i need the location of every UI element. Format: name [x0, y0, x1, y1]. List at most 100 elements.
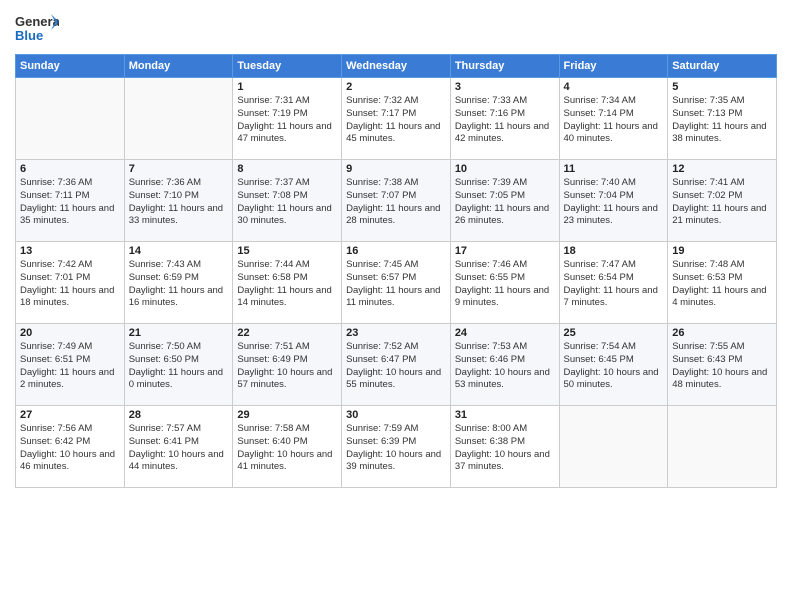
calendar-cell: 28 Sunrise: 7:57 AM Sunset: 6:41 PM Dayli… [124, 406, 233, 488]
week-row-4: 20 Sunrise: 7:49 AM Sunset: 6:51 PM Dayli… [16, 324, 777, 406]
day-number: 19 [672, 245, 772, 257]
weekday-header-tuesday: Tuesday [233, 55, 342, 78]
calendar-cell: 8 Sunrise: 7:37 AM Sunset: 7:08 PM Daylig… [233, 160, 342, 242]
calendar-cell: 24 Sunrise: 7:53 AM Sunset: 6:46 PM Dayli… [450, 324, 559, 406]
calendar-cell: 9Sunrise: 7:38 AM Sunset: 7:07 PM Daylig… [342, 160, 451, 242]
day-info: Sunrise: 7:40 AM Sunset: 7:04 PM Dayligh… [564, 177, 664, 228]
day-info: Sunrise: 7:56 AM Sunset: 6:42 PM Dayligh… [20, 423, 120, 474]
calendar-cell: 25 Sunrise: 7:54 AM Sunset: 6:45 PM Dayli… [559, 324, 668, 406]
calendar-cell [559, 406, 668, 488]
day-info: Sunrise: 7:39 AM Sunset: 7:05 PM Dayligh… [455, 177, 555, 228]
day-number: 8 [237, 163, 337, 175]
day-number: 26 [672, 327, 772, 339]
calendar-cell: 5 Sunrise: 7:35 AM Sunset: 7:13 PM Daylig… [668, 78, 777, 160]
calendar-cell: 3Sunrise: 7:33 AM Sunset: 7:16 PM Daylig… [450, 78, 559, 160]
calendar-table: SundayMondayTuesdayWednesdayThursdayFrid… [15, 54, 777, 488]
calendar-cell: 4 Sunrise: 7:34 AM Sunset: 7:14 PM Daylig… [559, 78, 668, 160]
day-info: Sunrise: 7:48 AM Sunset: 6:53 PM Dayligh… [672, 259, 772, 310]
calendar-cell: 13Sunrise: 7:42 AM Sunset: 7:01 PM Dayli… [16, 242, 125, 324]
weekday-header-sunday: Sunday [16, 55, 125, 78]
day-info: Sunrise: 7:59 AM Sunset: 6:39 PM Dayligh… [346, 423, 446, 474]
day-number: 6 [20, 163, 120, 175]
day-number: 17 [455, 245, 555, 257]
day-number: 2 [346, 81, 446, 93]
week-row-2: 6 Sunrise: 7:36 AM Sunset: 7:11 PM Daylig… [16, 160, 777, 242]
day-info: Sunrise: 7:34 AM Sunset: 7:14 PM Dayligh… [564, 95, 664, 146]
day-info: Sunrise: 7:36 AM Sunset: 7:10 PM Dayligh… [129, 177, 229, 228]
logo-icon: General Blue [15, 10, 59, 48]
day-number: 1 [237, 81, 337, 93]
weekday-header-row: SundayMondayTuesdayWednesdayThursdayFrid… [16, 55, 777, 78]
day-number: 30 [346, 409, 446, 421]
calendar-cell: 20 Sunrise: 7:49 AM Sunset: 6:51 PM Dayli… [16, 324, 125, 406]
day-info: Sunrise: 7:47 AM Sunset: 6:54 PM Dayligh… [564, 259, 664, 310]
calendar-cell: 29 Sunrise: 7:58 AM Sunset: 6:40 PM Dayli… [233, 406, 342, 488]
page: General Blue SundayMondayTuesdayWednesda… [0, 0, 792, 612]
day-info: Sunrise: 7:50 AM Sunset: 6:50 PM Dayligh… [129, 341, 229, 392]
weekday-header-friday: Friday [559, 55, 668, 78]
day-number: 27 [20, 409, 120, 421]
calendar-cell: 22Sunrise: 7:51 AM Sunset: 6:49 PM Dayli… [233, 324, 342, 406]
day-info: Sunrise: 7:46 AM Sunset: 6:55 PM Dayligh… [455, 259, 555, 310]
svg-text:Blue: Blue [15, 28, 43, 43]
calendar-cell: 6 Sunrise: 7:36 AM Sunset: 7:11 PM Daylig… [16, 160, 125, 242]
calendar-cell: 31 Sunrise: 8:00 AM Sunset: 6:38 PM Dayli… [450, 406, 559, 488]
calendar-cell: 19 Sunrise: 7:48 AM Sunset: 6:53 PM Dayli… [668, 242, 777, 324]
day-number: 13 [20, 245, 120, 257]
calendar-cell: 16Sunrise: 7:45 AM Sunset: 6:57 PM Dayli… [342, 242, 451, 324]
logo: General Blue [15, 10, 59, 48]
day-info: Sunrise: 7:54 AM Sunset: 6:45 PM Dayligh… [564, 341, 664, 392]
calendar-cell: 30 Sunrise: 7:59 AM Sunset: 6:39 PM Dayli… [342, 406, 451, 488]
calendar-cell: 15 Sunrise: 7:44 AM Sunset: 6:58 PM Dayli… [233, 242, 342, 324]
day-info: Sunrise: 7:35 AM Sunset: 7:13 PM Dayligh… [672, 95, 772, 146]
day-info: Sunrise: 7:41 AM Sunset: 7:02 PM Dayligh… [672, 177, 772, 228]
day-number: 29 [237, 409, 337, 421]
day-info: Sunrise: 7:51 AM Sunset: 6:49 PM Dayligh… [237, 341, 337, 392]
day-info: Sunrise: 7:53 AM Sunset: 6:46 PM Dayligh… [455, 341, 555, 392]
day-info: Sunrise: 7:52 AM Sunset: 6:47 PM Dayligh… [346, 341, 446, 392]
day-number: 18 [564, 245, 664, 257]
day-number: 15 [237, 245, 337, 257]
calendar-cell [124, 78, 233, 160]
calendar-cell: 21 Sunrise: 7:50 AM Sunset: 6:50 PM Dayli… [124, 324, 233, 406]
day-info: Sunrise: 8:00 AM Sunset: 6:38 PM Dayligh… [455, 423, 555, 474]
day-info: Sunrise: 7:55 AM Sunset: 6:43 PM Dayligh… [672, 341, 772, 392]
day-number: 25 [564, 327, 664, 339]
day-info: Sunrise: 7:58 AM Sunset: 6:40 PM Dayligh… [237, 423, 337, 474]
week-row-3: 13Sunrise: 7:42 AM Sunset: 7:01 PM Dayli… [16, 242, 777, 324]
day-number: 23 [346, 327, 446, 339]
calendar-cell [16, 78, 125, 160]
day-number: 9 [346, 163, 446, 175]
day-info: Sunrise: 7:57 AM Sunset: 6:41 PM Dayligh… [129, 423, 229, 474]
day-number: 24 [455, 327, 555, 339]
calendar-cell: 23 Sunrise: 7:52 AM Sunset: 6:47 PM Dayli… [342, 324, 451, 406]
calendar-cell [668, 406, 777, 488]
day-info: Sunrise: 7:49 AM Sunset: 6:51 PM Dayligh… [20, 341, 120, 392]
day-info: Sunrise: 7:31 AM Sunset: 7:19 PM Dayligh… [237, 95, 337, 146]
day-number: 21 [129, 327, 229, 339]
day-info: Sunrise: 7:44 AM Sunset: 6:58 PM Dayligh… [237, 259, 337, 310]
day-info: Sunrise: 7:43 AM Sunset: 6:59 PM Dayligh… [129, 259, 229, 310]
calendar-cell: 11 Sunrise: 7:40 AM Sunset: 7:04 PM Dayli… [559, 160, 668, 242]
day-info: Sunrise: 7:36 AM Sunset: 7:11 PM Dayligh… [20, 177, 120, 228]
calendar-cell: 12Sunrise: 7:41 AM Sunset: 7:02 PM Dayli… [668, 160, 777, 242]
header: General Blue [15, 10, 777, 48]
weekday-header-wednesday: Wednesday [342, 55, 451, 78]
day-number: 4 [564, 81, 664, 93]
week-row-5: 27 Sunrise: 7:56 AM Sunset: 6:42 PM Dayli… [16, 406, 777, 488]
calendar-cell: 14Sunrise: 7:43 AM Sunset: 6:59 PM Dayli… [124, 242, 233, 324]
calendar-cell: 10Sunrise: 7:39 AM Sunset: 7:05 PM Dayli… [450, 160, 559, 242]
calendar-cell: 17 Sunrise: 7:46 AM Sunset: 6:55 PM Dayli… [450, 242, 559, 324]
day-info: Sunrise: 7:45 AM Sunset: 6:57 PM Dayligh… [346, 259, 446, 310]
calendar-cell: 26 Sunrise: 7:55 AM Sunset: 6:43 PM Dayli… [668, 324, 777, 406]
day-number: 20 [20, 327, 120, 339]
day-number: 28 [129, 409, 229, 421]
day-number: 11 [564, 163, 664, 175]
day-info: Sunrise: 7:32 AM Sunset: 7:17 PM Dayligh… [346, 95, 446, 146]
day-number: 31 [455, 409, 555, 421]
day-number: 5 [672, 81, 772, 93]
calendar-cell: 7Sunrise: 7:36 AM Sunset: 7:10 PM Daylig… [124, 160, 233, 242]
weekday-header-thursday: Thursday [450, 55, 559, 78]
calendar-cell: 18 Sunrise: 7:47 AM Sunset: 6:54 PM Dayli… [559, 242, 668, 324]
day-info: Sunrise: 7:37 AM Sunset: 7:08 PM Dayligh… [237, 177, 337, 228]
